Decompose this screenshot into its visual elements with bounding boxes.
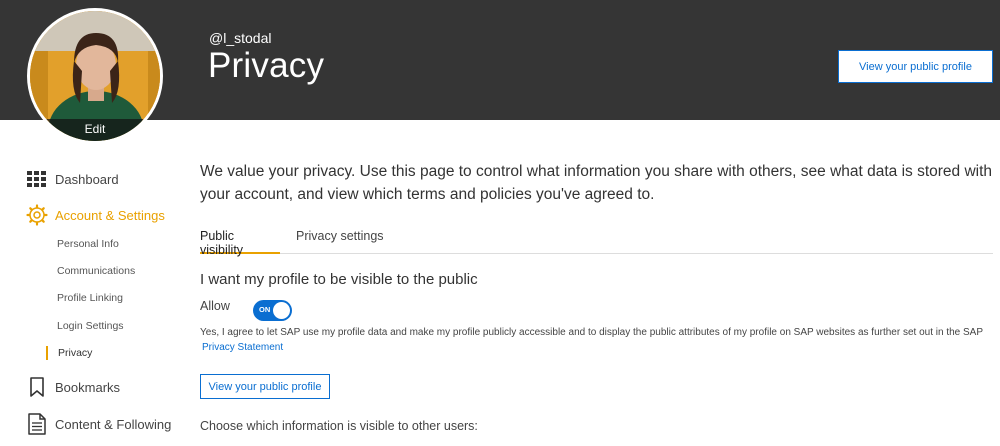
consent-statement: Yes, I agree to let SAP use my profile d… <box>200 327 984 338</box>
gear-icon <box>26 204 48 226</box>
sidebar-subitem-privacy[interactable]: Privacy <box>58 347 92 359</box>
sidebar-item-dashboard[interactable]: Dashboard <box>26 168 119 190</box>
sidebar-subitem-login-settings[interactable]: Login Settings <box>57 320 124 332</box>
sidebar-item-label: Bookmarks <box>55 379 121 395</box>
view-public-profile-button[interactable]: View your public profile <box>838 50 993 83</box>
section-title: I want my profile to be visible to the p… <box>200 271 478 288</box>
sidebar-item-label: Content & Following <box>55 416 172 432</box>
allow-label: Allow <box>200 299 230 313</box>
bookmark-icon <box>26 376 48 398</box>
sidebar-subitem-personal-info[interactable]: Personal Info <box>57 238 119 250</box>
avatar: Edit <box>27 8 163 144</box>
toggle-state: ON <box>259 305 271 314</box>
username: @l_stodal <box>209 30 272 46</box>
privacy-statement-link[interactable]: Privacy Statement <box>202 340 283 355</box>
view-public-profile-button[interactable]: View your public profile <box>200 374 330 399</box>
sidebar-item-content-following[interactable]: Content & Following <box>26 413 171 435</box>
sidebar-item-account-settings[interactable]: Account & Settings <box>26 204 165 226</box>
page-title: Privacy <box>208 46 325 85</box>
tab-public-visibility[interactable]: Public visibility <box>200 229 280 257</box>
sidebar-item-bookmarks[interactable]: Bookmarks <box>26 376 120 398</box>
choose-visibility-label: Choose which information is visible to o… <box>200 419 478 433</box>
sidebar-subitem-profile-linking[interactable]: Profile Linking <box>57 292 123 304</box>
document-icon <box>26 413 48 435</box>
current-page-indicator <box>46 346 48 360</box>
grid-icon <box>26 168 48 190</box>
consent-text: Yes, I agree to let SAP use my profile d… <box>200 325 990 355</box>
sidebar-item-label: Dashboard <box>55 171 119 187</box>
privacy-tabs: Public visibility Privacy settings <box>200 229 993 257</box>
public-visibility-toggle[interactable]: ON <box>253 300 292 321</box>
avatar-edit-button[interactable]: Edit <box>30 119 160 141</box>
sidebar-subitem-communications[interactable]: Communications <box>57 265 135 277</box>
sidebar-item-label: Account & Settings <box>55 207 165 223</box>
toggle-knob <box>273 302 290 319</box>
tab-privacy-settings[interactable]: Privacy settings <box>296 229 384 254</box>
privacy-intro: We value your privacy. Use this page to … <box>200 163 993 203</box>
